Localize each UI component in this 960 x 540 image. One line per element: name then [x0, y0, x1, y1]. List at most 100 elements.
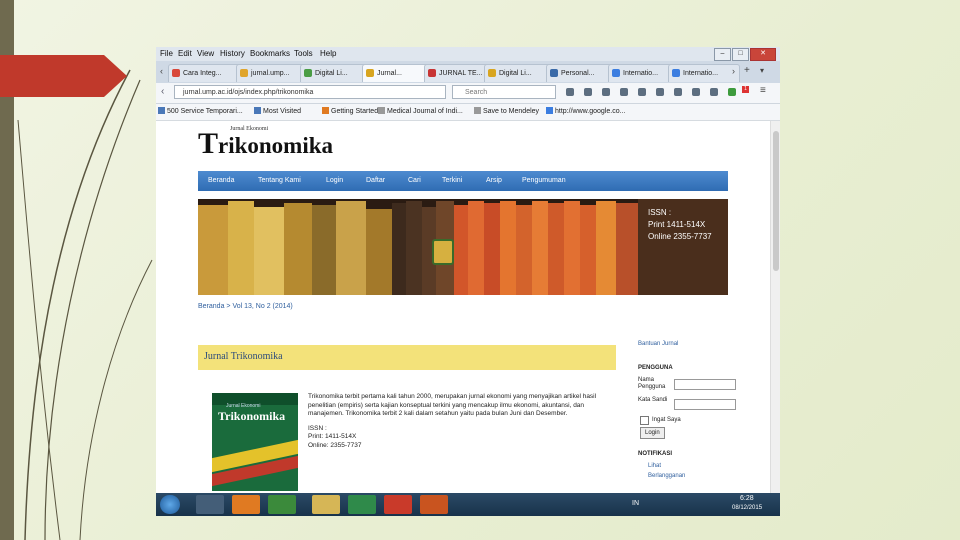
password-label: Kata Sandi — [638, 397, 668, 403]
breadcrumb[interactable]: Beranda > Vol 13, No 2 (2014) — [198, 303, 293, 310]
tab-scroll-right-icon[interactable]: › — [732, 66, 735, 76]
header-banner: ISSN : Print 1411-514X Online 2355-7737 — [198, 199, 728, 295]
bookmark-item[interactable]: Most Visited — [254, 107, 301, 115]
bookmark-label: Getting Started — [331, 108, 379, 115]
acrobat-taskbar-icon[interactable] — [384, 495, 412, 514]
powerpoint-taskbar-icon[interactable] — [420, 495, 448, 514]
addon-icon[interactable] — [728, 88, 736, 96]
remember-checkbox[interactable] — [640, 416, 649, 425]
page-scrollbar[interactable] — [770, 121, 780, 493]
url-text: jurnal.ump.ac.id/ojs/index.php/trikonomi… — [183, 89, 314, 96]
notification-heading: NOTIFIKASI — [638, 451, 672, 457]
new-tab-icon[interactable]: + — [744, 65, 750, 76]
scroll-thumb[interactable] — [773, 131, 779, 271]
tab-favicon-icon — [428, 69, 436, 77]
browser-screenshot: File Edit View History Bookmarks Tools H… — [156, 47, 780, 516]
search-input[interactable]: Search — [452, 85, 556, 99]
nav-terkini[interactable]: Terkini — [442, 177, 462, 184]
nav-login[interactable]: Login — [326, 177, 343, 184]
menu-tools[interactable]: Tools — [294, 49, 313, 58]
bookmark-item[interactable]: 500 Service Temporari... — [158, 107, 243, 115]
tab-label: Internatio... — [623, 70, 659, 77]
tab-favicon-icon — [612, 69, 620, 77]
nav-cari[interactable]: Cari — [408, 177, 421, 184]
menu-file[interactable]: File — [160, 49, 173, 58]
help-link[interactable]: Bantuan Jurnal — [638, 341, 678, 347]
menu-history[interactable]: History — [220, 49, 245, 58]
tab-list-chevron-down-icon[interactable]: ▾ — [760, 66, 764, 75]
menu-help[interactable]: Help — [320, 49, 336, 58]
nav-tentang-kami[interactable]: Tentang Kami — [258, 177, 301, 184]
clipboard-icon[interactable] — [584, 88, 592, 96]
chrome-taskbar-icon[interactable] — [268, 495, 296, 514]
bookmark-item[interactable]: Medical Journal of Indi... — [378, 107, 463, 115]
bookmark-item[interactable]: http://www.google.co... — [546, 107, 625, 115]
description-text: Trikonomika terbit pertama kali tahun 20… — [308, 393, 597, 418]
tab-label: Jurnal... — [377, 70, 402, 77]
login-button[interactable]: Login — [640, 427, 665, 439]
issn-online: Online: 2355-7737 — [308, 441, 362, 449]
smiley-icon[interactable] — [710, 88, 718, 96]
url-field[interactable]: jurnal.ump.ac.id/ojs/index.php/trikonomi… — [174, 85, 446, 99]
banner-issn-online: Online 2355-7737 — [648, 232, 712, 241]
clock-time[interactable]: 6:28 — [740, 495, 754, 502]
username-field[interactable] — [674, 379, 736, 390]
nav-beranda[interactable]: Beranda — [208, 177, 234, 184]
nav-pengumuman[interactable]: Pengumuman — [522, 177, 566, 184]
nav-arsip[interactable]: Arsip — [486, 177, 502, 184]
start-button[interactable] — [160, 495, 180, 514]
tab-scroll-left-icon[interactable]: ‹ — [160, 66, 163, 76]
close-button[interactable]: ✕ — [750, 48, 776, 61]
clock-date[interactable]: 08/12/2015 — [732, 505, 762, 511]
password-field[interactable] — [674, 399, 736, 410]
plugin-icon[interactable] — [674, 88, 682, 96]
logo-subtitle: Jurnal Ekonomi — [230, 126, 269, 132]
tab-label: jurnal.ump... — [251, 70, 290, 77]
minimize-button[interactable]: – — [714, 48, 731, 61]
banner-issn-print: Print 1411-514X — [648, 220, 706, 229]
folder-taskbar-icon[interactable] — [312, 495, 340, 514]
bookmark-item[interactable]: Save to Mendeley — [474, 107, 539, 115]
journal-title: Jurnal Trikonomika — [204, 351, 283, 362]
issn-label: ISSN : — [308, 424, 327, 432]
browser-tab[interactable]: Internatio... — [668, 64, 740, 82]
page-icon — [474, 107, 481, 114]
bookmark-label: Medical Journal of Indi... — [387, 108, 463, 115]
download-icon[interactable] — [602, 88, 610, 96]
tab-label: Digital Li... — [499, 70, 532, 77]
shield-icon[interactable] — [638, 88, 646, 96]
issn-print: Print: 1411-514X — [308, 433, 357, 441]
tab-label: JURNAL TE... — [439, 70, 483, 77]
menu-bookmarks[interactable]: Bookmarks — [250, 49, 290, 58]
maximize-button[interactable]: □ — [732, 48, 749, 61]
bookmark-item[interactable]: Getting Started — [322, 107, 378, 115]
tab-favicon-icon — [304, 69, 312, 77]
journal-description: Trikonomika terbit pertama kali tahun 20… — [308, 393, 604, 451]
username-label: Nama Pengguna — [638, 377, 666, 390]
media-player-icon[interactable] — [196, 495, 224, 514]
page-content: Jurnal Ekonomi T rikonomika Beranda Tent… — [156, 121, 770, 493]
notif-view-link[interactable]: Lihat — [648, 463, 661, 469]
logo-initial: T — [198, 127, 219, 160]
notification-badge: 1 — [742, 86, 749, 93]
menu-bar: File Edit View History Bookmarks Tools H… — [156, 47, 780, 61]
home-icon[interactable] — [620, 88, 628, 96]
menu-edit[interactable]: Edit — [178, 49, 192, 58]
nav-daftar[interactable]: Daftar — [366, 177, 385, 184]
send-icon[interactable] — [656, 88, 664, 96]
language-indicator[interactable]: IN — [632, 500, 639, 507]
chat-icon[interactable] — [692, 88, 700, 96]
windows-taskbar: IN 6:28 08/12/2015 — [156, 493, 780, 516]
hamburger-menu-icon[interactable]: ≡ — [760, 85, 766, 96]
firefox-taskbar-icon[interactable] — [232, 495, 260, 514]
tab-bar: ‹ Cara Integ... jurnal.ump... Digital Li… — [156, 61, 780, 83]
tab-favicon-icon — [550, 69, 558, 77]
excel-taskbar-icon[interactable] — [348, 495, 376, 514]
menu-view[interactable]: View — [197, 49, 214, 58]
journal-title-bar: Jurnal Trikonomika — [198, 345, 616, 370]
star-icon[interactable] — [566, 88, 574, 96]
tab-label: Digital Li... — [315, 70, 348, 77]
back-arrow-icon[interactable]: ‹ — [161, 86, 164, 97]
user-heading: PENGGUNA — [638, 365, 673, 371]
notif-subscribe-link[interactable]: Berlangganan — [648, 473, 685, 479]
